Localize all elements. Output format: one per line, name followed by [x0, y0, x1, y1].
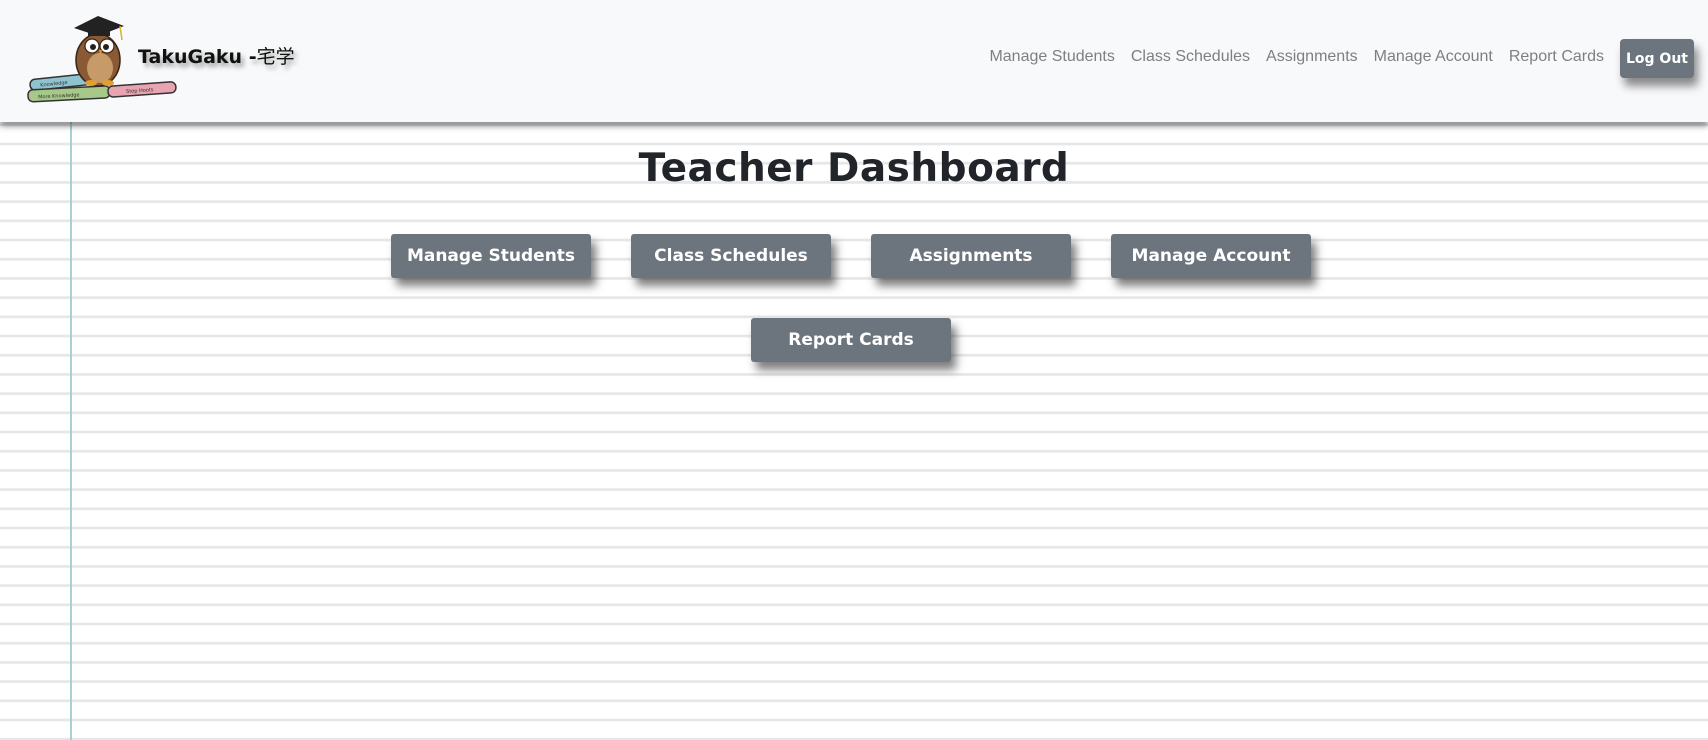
nav-links: Manage Students Class Schedules Assignme…: [981, 48, 1612, 72]
nav-link-class-schedules[interactable]: Class Schedules: [1123, 48, 1258, 72]
page-title: Teacher Dashboard: [638, 146, 1070, 191]
nav-link-report-cards[interactable]: Report Cards: [1501, 48, 1612, 72]
manage-account-button[interactable]: Manage Account: [1111, 234, 1311, 278]
nav-link-manage-students[interactable]: Manage Students: [981, 48, 1122, 72]
class-schedules-button[interactable]: Class Schedules: [631, 234, 831, 278]
brand-home-link[interactable]: Knowledge More Knowledge Stop Hoots Taku…: [26, 10, 296, 110]
report-cards-button[interactable]: Report Cards: [751, 318, 951, 362]
brand-name: TakuGaku -宅学: [138, 46, 295, 68]
manage-students-button[interactable]: Manage Students: [391, 234, 591, 278]
logout-button[interactable]: Log Out: [1620, 39, 1694, 78]
navbar: Knowledge More Knowledge Stop Hoots Taku…: [0, 0, 1708, 122]
notebook-margin-line: [70, 122, 72, 740]
assignments-button[interactable]: Assignments: [871, 234, 1071, 278]
nav-link-assignments[interactable]: Assignments: [1258, 48, 1366, 72]
nav-link-manage-account[interactable]: Manage Account: [1366, 48, 1501, 72]
